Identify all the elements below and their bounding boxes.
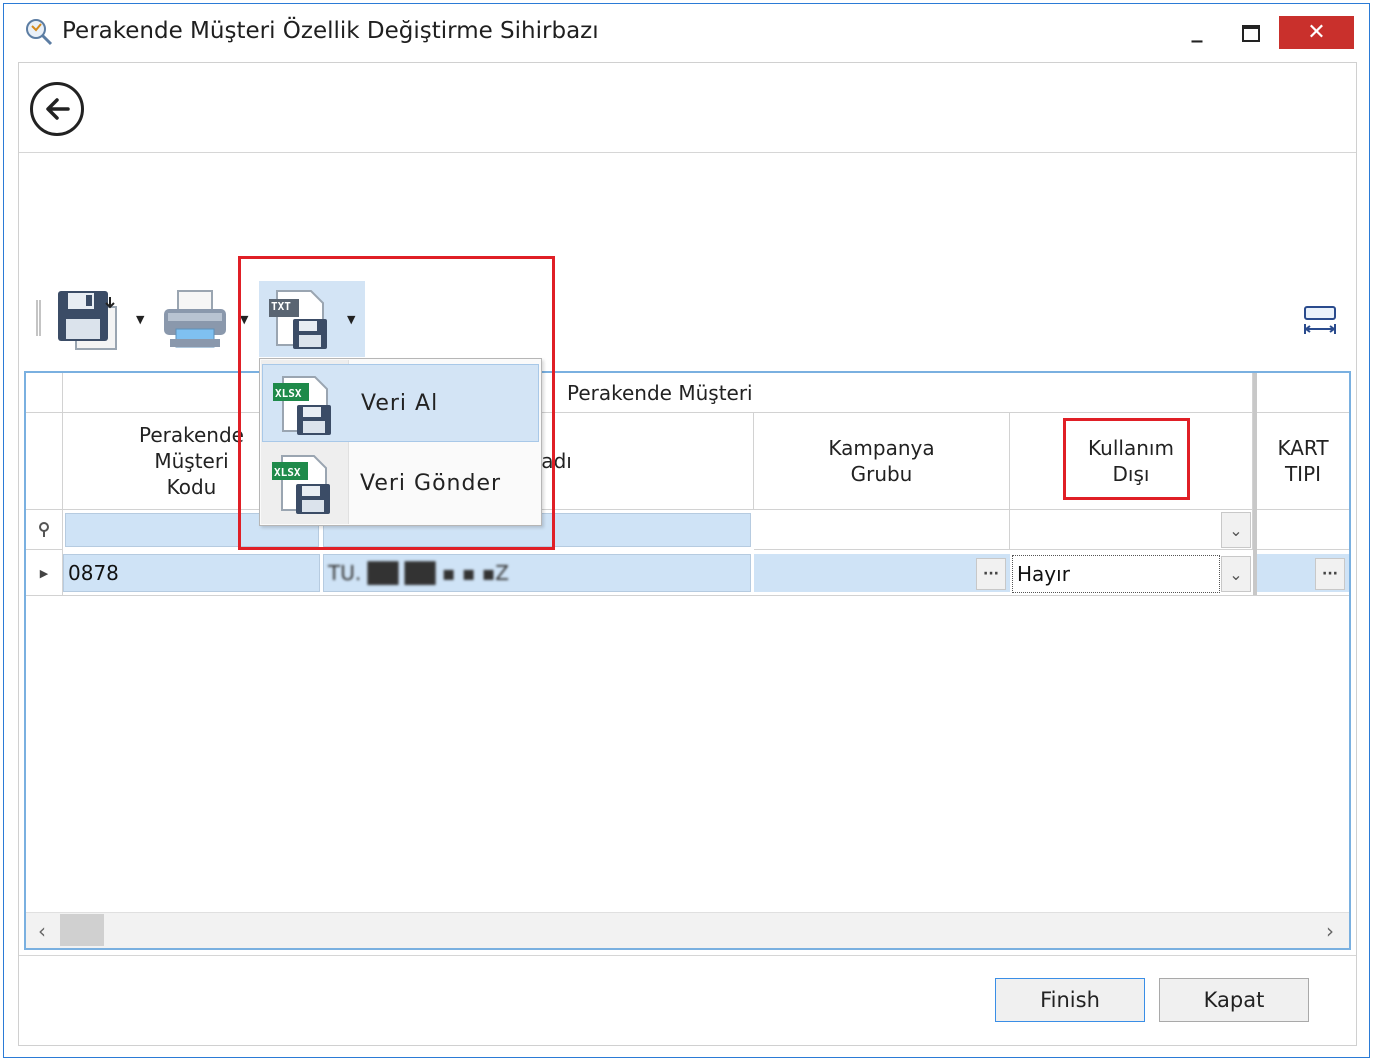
arrow-left-circle-icon <box>46 98 70 120</box>
finish-button[interactable]: Finish <box>995 978 1145 1022</box>
footer-divider <box>19 955 1356 956</box>
cell-kullanim-disi[interactable]: Hayır <box>1012 555 1220 593</box>
scrollbar-thumb[interactable] <box>60 914 104 946</box>
column-header-kampanya[interactable]: Kampanya Grubu <box>754 413 1010 510</box>
kampanya-ellipsis-button[interactable]: ··· <box>976 558 1006 590</box>
column-header-code-label: Perakende Müşteri Kodu <box>139 423 244 499</box>
cell-kampanya[interactable] <box>754 554 1010 592</box>
header-indicator-cell <box>26 413 63 510</box>
band-header-label: Perakende Müşteri <box>567 381 753 405</box>
kart-ellipsis-button[interactable]: ··· <box>1315 558 1345 590</box>
band-corner <box>26 373 63 413</box>
ellipsis-icon: ··· <box>983 566 999 582</box>
header-divider <box>19 152 1356 153</box>
maximize-icon <box>1242 24 1260 42</box>
chevron-down-icon: ⌄ <box>1229 564 1243 584</box>
filter-dropdown-button[interactable]: ⌄ <box>1221 512 1251 548</box>
window-title: Perakende Müşteri Özellik Değiştirme Sih… <box>62 18 599 44</box>
kapat-button-label: Kapat <box>1203 988 1265 1012</box>
cell-code[interactable]: 0878 <box>63 554 320 592</box>
filter-cell-kullanim[interactable] <box>1010 510 1253 550</box>
kapat-button[interactable]: Kapat <box>1159 978 1309 1022</box>
highlight-box-export-menu <box>238 256 555 550</box>
column-header-kart-tipi[interactable]: KART TIPI <box>1257 413 1349 510</box>
filter-pin-icon <box>39 521 49 537</box>
toolbar-grip <box>36 300 41 336</box>
wizard-app-icon <box>26 19 53 46</box>
save-button[interactable]: ▼ <box>50 285 150 355</box>
horizontal-scrollbar[interactable] <box>26 912 1349 948</box>
minimize-icon: _ <box>1191 17 1203 43</box>
filter-cell-kampanya[interactable] <box>754 510 1010 550</box>
save-icon <box>58 291 117 350</box>
scroll-right-icon[interactable]: › <box>1318 918 1342 944</box>
chevron-down-icon: ⌄ <box>1229 520 1243 540</box>
column-header-kampanya-label: Kampanya Grubu <box>828 436 935 486</box>
band-header-right <box>1257 373 1349 413</box>
finish-button-label: Finish <box>1040 988 1100 1012</box>
cell-code-value: 0878 <box>68 561 119 585</box>
ellipsis-icon: ··· <box>1322 566 1338 582</box>
maximize-button[interactable] <box>1234 17 1268 49</box>
column-header-kart-label: KART TIPI <box>1277 436 1329 486</box>
print-icon <box>164 290 226 348</box>
close-icon: ✕ <box>1307 20 1326 45</box>
row-indicator[interactable]: ▶ <box>26 550 63 596</box>
highlight-box-kullanim-disi <box>1063 418 1190 500</box>
row-pointer-icon: ▶ <box>39 566 49 580</box>
minimize-button[interactable]: _ <box>1180 17 1214 49</box>
scroll-left-icon[interactable]: ‹ <box>30 918 54 944</box>
chevron-down-icon: ▼ <box>136 313 145 326</box>
kullanim-dropdown-button[interactable]: ⌄ <box>1221 556 1251 592</box>
best-fit-columns-icon[interactable] <box>1302 304 1338 336</box>
back-button[interactable] <box>30 82 84 136</box>
cell-kullanim-value: Hayır <box>1017 562 1070 586</box>
cell-name-value: TU. ██ ██ ▪ ▪ ▪Z <box>328 561 509 585</box>
cell-name[interactable]: TU. ██ ██ ▪ ▪ ▪Z <box>323 554 751 592</box>
close-button[interactable]: ✕ <box>1279 16 1354 49</box>
filter-cell-kart[interactable] <box>1257 510 1349 550</box>
filter-row-indicator <box>26 510 63 550</box>
row-divider <box>26 595 1349 596</box>
